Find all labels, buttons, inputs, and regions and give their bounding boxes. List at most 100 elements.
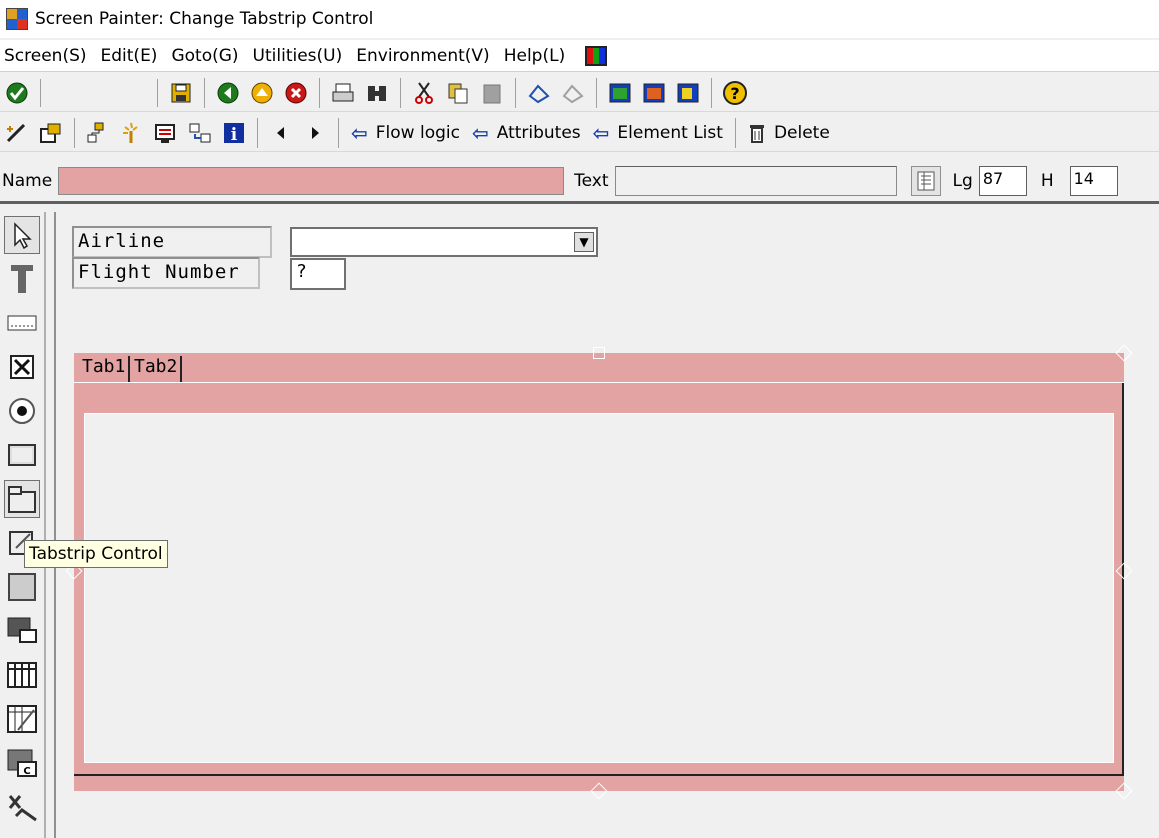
subscreen-icon[interactable] xyxy=(4,568,40,606)
command-field[interactable] xyxy=(40,78,158,107)
standard-toolbar: ? xyxy=(0,74,1159,112)
menu-screen[interactable]: Screen(S) xyxy=(0,46,97,66)
save-icon[interactable] xyxy=(166,78,196,108)
check-icon[interactable] xyxy=(2,78,32,108)
tabstrip-content-area xyxy=(84,413,1114,763)
toolbar-separator xyxy=(257,117,258,148)
toolbar-separator xyxy=(204,77,205,108)
element-list-label: Element List xyxy=(617,122,723,143)
layout-icon-1[interactable] xyxy=(605,78,635,108)
exit-icon[interactable] xyxy=(247,78,277,108)
layout-icon-3[interactable] xyxy=(673,78,703,108)
menu-goto[interactable]: Goto(G) xyxy=(167,46,248,66)
print-icon[interactable] xyxy=(328,78,358,108)
list-icon[interactable] xyxy=(910,165,941,196)
pushbutton-icon[interactable] xyxy=(4,436,40,474)
flight-number-label[interactable]: Flight Number xyxy=(72,257,260,289)
flight-number-input[interactable]: ? xyxy=(290,258,346,290)
paste-icon[interactable] xyxy=(477,78,507,108)
find-icon[interactable] xyxy=(362,78,392,108)
flow-logic-label: Flow logic xyxy=(375,122,460,143)
table-wizard-icon[interactable] xyxy=(4,700,40,738)
custom-control-icon[interactable] xyxy=(4,612,40,650)
previous-icon[interactable] xyxy=(266,118,296,148)
input-field-icon[interactable] xyxy=(4,304,40,342)
back-icon[interactable] xyxy=(213,78,243,108)
next-icon[interactable] xyxy=(300,118,330,148)
layout-canvas[interactable]: Airline ▼ Flight Number ? Tab1 Tab2 xyxy=(54,212,1159,838)
title-bar: Screen Painter: Change Tabstrip Control xyxy=(0,0,1159,38)
dropdown-arrow-icon[interactable]: ▼ xyxy=(574,232,594,252)
status-icon[interactable] xyxy=(4,788,40,826)
app-icon xyxy=(6,8,28,30)
lg-field[interactable]: 87 xyxy=(978,165,1027,196)
tab-2[interactable]: Tab2 xyxy=(134,356,183,382)
info-icon[interactable]: i xyxy=(219,118,249,148)
toolbar-separator xyxy=(515,77,516,108)
redo-icon[interactable] xyxy=(558,78,588,108)
text-field[interactable] xyxy=(614,165,897,196)
other-object-icon[interactable] xyxy=(36,118,66,148)
lg-label: Lg xyxy=(952,170,973,191)
menu-bar: Screen(S) Edit(E) Goto(G) Utilities(U) E… xyxy=(0,40,1159,72)
name-label: Name xyxy=(2,170,53,191)
table-control-icon[interactable] xyxy=(4,656,40,694)
toolbar-separator xyxy=(400,77,401,108)
help-icon[interactable]: ? xyxy=(720,78,750,108)
screen-icon[interactable] xyxy=(151,118,181,148)
cancel-icon[interactable] xyxy=(281,78,311,108)
toolbar-separator xyxy=(74,117,75,148)
resize-handle-top[interactable] xyxy=(593,347,605,359)
airline-dropdown[interactable]: ▼ xyxy=(290,227,598,257)
toolbar-separator xyxy=(319,77,320,108)
svg-text:?: ? xyxy=(730,84,739,103)
radio-button-icon[interactable] xyxy=(4,392,40,430)
toolbar-separator xyxy=(338,117,339,148)
left-arrow-icon: ⇦ xyxy=(592,120,610,145)
magic-icon[interactable] xyxy=(117,118,147,148)
svg-text:i: i xyxy=(231,125,238,145)
container-icon[interactable]: C xyxy=(4,744,40,782)
h-field[interactable]: 14 xyxy=(1069,165,1118,196)
element-palette: C xyxy=(0,212,46,838)
delete-label: Delete xyxy=(773,122,830,143)
menu-help[interactable]: Help(L) xyxy=(500,46,576,66)
delete-button[interactable]: Delete xyxy=(742,118,836,148)
menu-utilities[interactable]: Utilities(U) xyxy=(249,46,353,66)
left-arrow-icon: ⇦ xyxy=(351,120,368,145)
toolbar-separator xyxy=(734,117,736,148)
menu-environment[interactable]: Environment(V) xyxy=(352,46,499,66)
display-change-icon[interactable] xyxy=(2,118,32,148)
tabstrip-control[interactable]: Tab1 Tab2 xyxy=(74,353,1124,791)
toolbar-separator xyxy=(711,77,712,108)
text-label: Text xyxy=(574,170,609,191)
undo-icon[interactable] xyxy=(524,78,554,108)
toolbar-separator xyxy=(596,77,597,108)
flow-logic-button[interactable]: ⇦ Flow logic xyxy=(345,118,466,148)
h-label: H xyxy=(1040,170,1054,191)
cut-icon[interactable] xyxy=(409,78,439,108)
tab-1[interactable]: Tab1 xyxy=(82,356,131,382)
tabstrip-bottom-border xyxy=(74,774,1124,776)
transfer-icon[interactable] xyxy=(185,118,215,148)
tabstrip-icon[interactable] xyxy=(4,480,40,518)
checkbox-icon[interactable] xyxy=(4,348,40,386)
left-arrow-icon: ⇦ xyxy=(471,120,489,145)
element-list-button[interactable]: ⇦ Element List xyxy=(587,118,729,148)
pointer-icon[interactable] xyxy=(4,216,40,254)
name-field[interactable] xyxy=(58,166,565,195)
layout-icon-2[interactable] xyxy=(639,78,669,108)
svg-text:C: C xyxy=(23,766,30,777)
window-title: Screen Painter: Change Tabstrip Control xyxy=(35,9,374,29)
attribute-bar: Name Text Lg 87 H 14 xyxy=(0,160,1159,204)
airline-label[interactable]: Airline xyxy=(72,226,272,258)
tooltip: Tabstrip Control xyxy=(24,540,168,568)
menu-edit[interactable]: Edit(E) xyxy=(97,46,168,66)
text-field-icon[interactable] xyxy=(4,260,40,298)
customize-layout-icon[interactable] xyxy=(585,45,608,66)
trash-icon xyxy=(749,124,764,143)
application-toolbar: i ⇦ Flow logic ⇦ Attributes ⇦ Element Li… xyxy=(0,114,1159,152)
copy-icon[interactable] xyxy=(443,78,473,108)
attributes-button[interactable]: ⇦ Attributes xyxy=(466,118,587,148)
hierarchy-icon[interactable] xyxy=(83,118,113,148)
